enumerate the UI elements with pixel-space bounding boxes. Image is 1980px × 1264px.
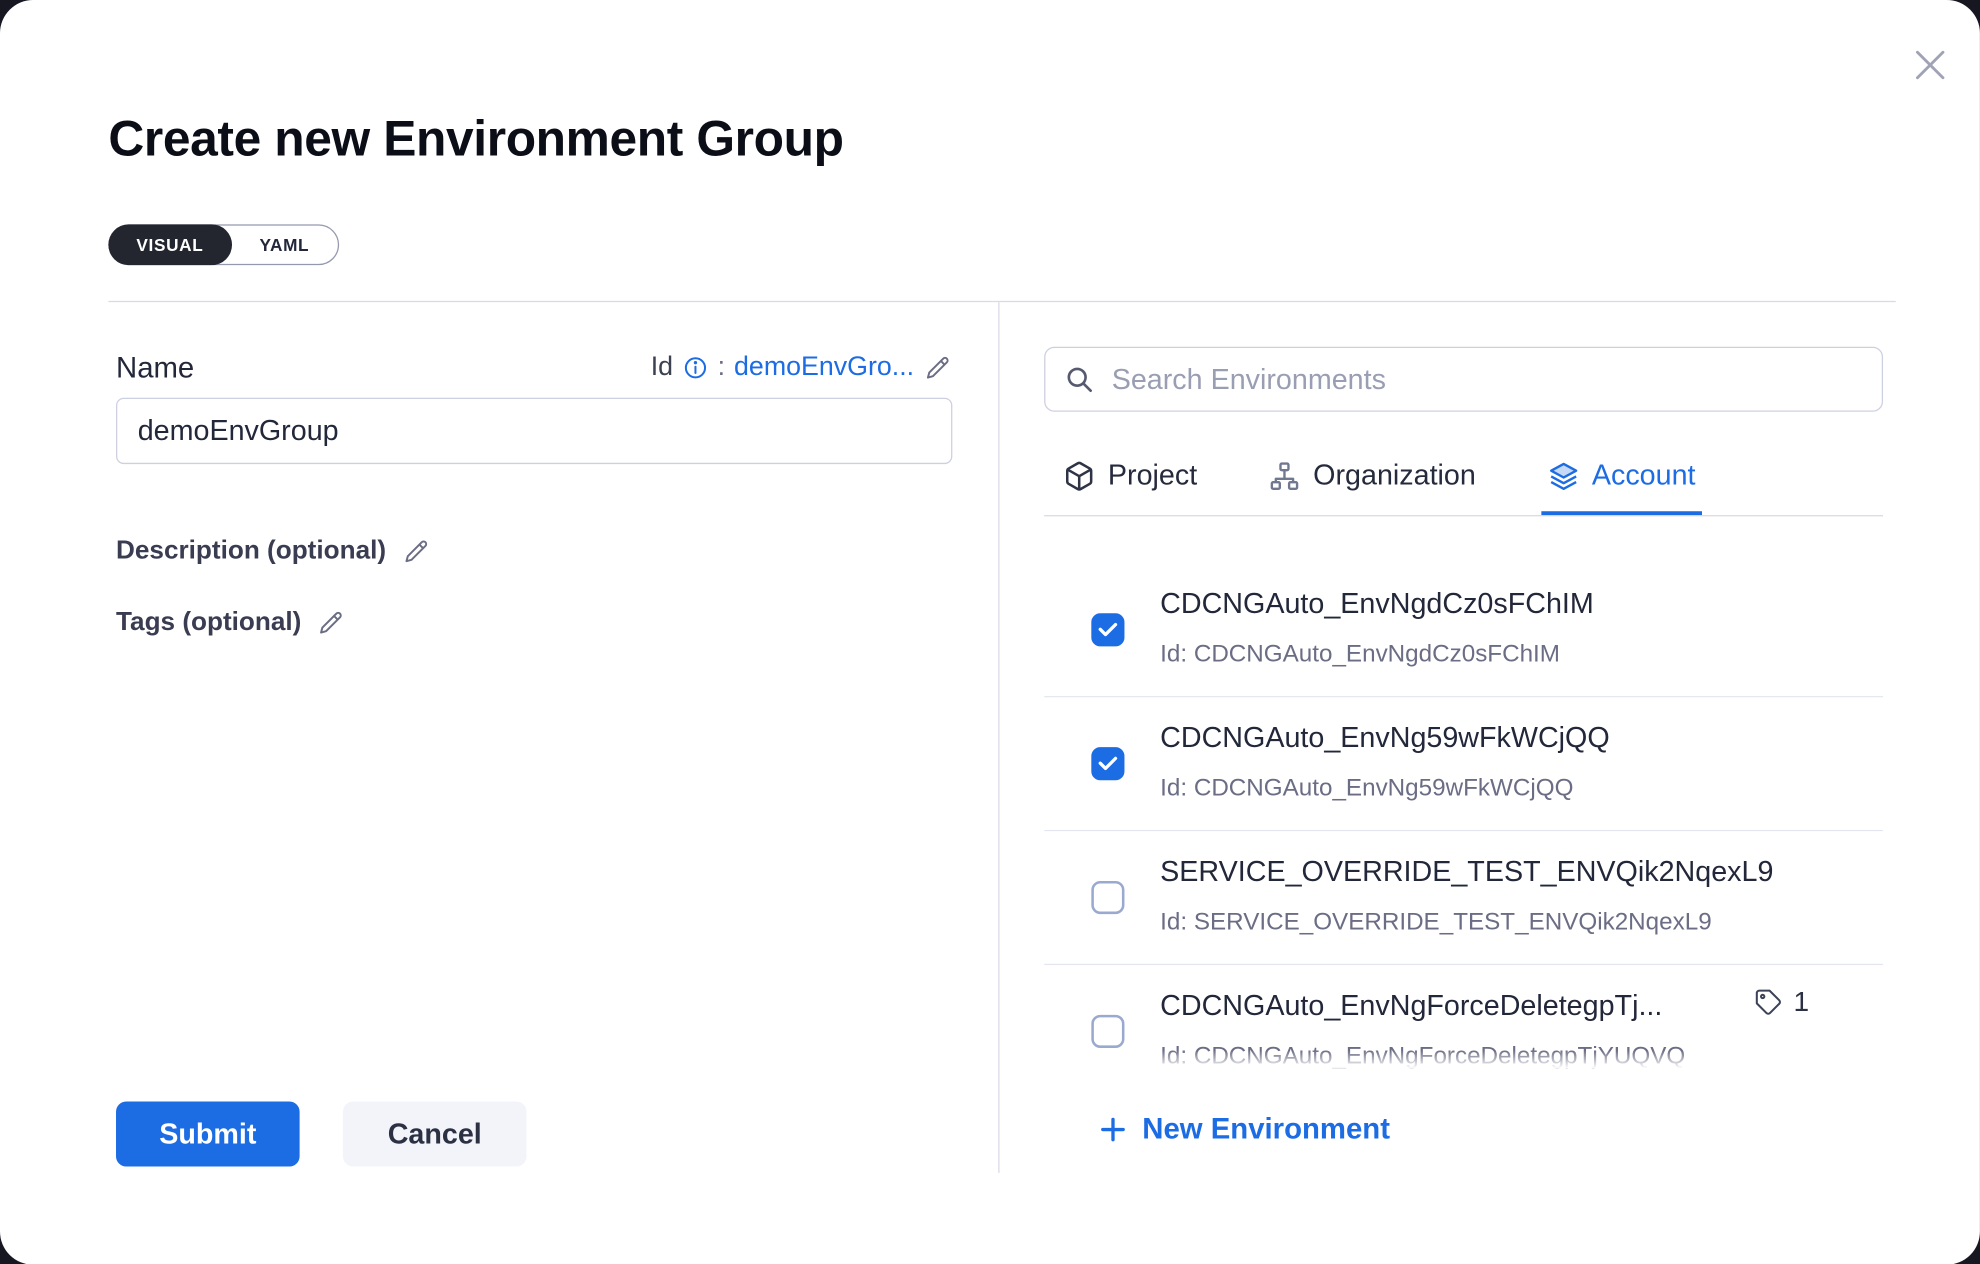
environment-id: Id: CDCNGAuto_EnvNgdCz0sFChIM [1160,641,1560,669]
environments-panel: Project Organization [1044,347,1883,1188]
description-row: Description (optional) [116,535,431,566]
search-box [1044,347,1883,412]
tab-project-label: Project [1108,459,1197,492]
environment-id: Id: SERVICE_OVERRIDE_TEST_ENVQik2NqexL9 [1160,909,1712,937]
name-label: Name [116,345,194,388]
id-separator: : [718,352,725,383]
tab-account-label: Account [1592,459,1696,492]
create-environment-group-modal: Create new Environment Group VISUAL YAML… [0,0,1980,1264]
name-input[interactable] [116,398,952,464]
checkbox[interactable] [1091,613,1124,646]
horizontal-divider [108,301,1895,302]
info-icon[interactable] [682,354,709,381]
id-value-link[interactable]: demoEnvGro... [734,352,914,383]
edit-tags-icon[interactable] [317,607,346,636]
page-title: Create new Environment Group [108,112,843,168]
environment-name: CDCNGAuto_EnvNgdCz0sFChIM [1160,588,1594,621]
checkbox[interactable] [1091,1015,1124,1048]
tab-organization[interactable]: Organization [1262,440,1482,515]
vertical-divider [998,302,999,1173]
edit-id-icon[interactable] [923,353,952,382]
environment-id: Id: CDCNGAuto_EnvNg59wFkWCjQQ [1160,775,1573,803]
tab-project[interactable]: Project [1057,440,1204,515]
tab-account[interactable]: Account [1541,440,1702,515]
environment-row[interactable]: CDCNGAuto_EnvNgForceDeletegpTj... Id: CD… [1044,965,1883,1068]
edit-description-icon[interactable] [401,536,430,565]
tag-icon [1753,987,1784,1018]
close-icon[interactable] [1910,42,1956,88]
hierarchy-icon [1269,460,1301,492]
plus-icon [1098,1114,1129,1145]
toggle-yaml[interactable]: YAML [231,224,337,265]
tag-count-badge: 1 [1753,985,1809,1018]
scope-tabs: Project Organization [1044,440,1883,516]
tags-label: Tags (optional) [116,607,301,638]
environment-name: SERVICE_OVERRIDE_TEST_ENVQik2NqexL9 [1160,855,1773,888]
description-label: Description (optional) [116,535,386,566]
checkbox[interactable] [1091,881,1124,914]
submit-button[interactable]: Submit [116,1102,300,1167]
toggle-visual[interactable]: VISUAL [108,224,231,265]
cube-icon [1063,460,1095,492]
search-icon [1063,363,1095,395]
id-label: Id [651,352,673,383]
search-input[interactable] [1109,361,1864,397]
environment-id: Id: CDCNGAuto_EnvNgForceDeletegpTjYUQVQ [1160,1043,1685,1068]
environment-row[interactable]: SERVICE_OVERRIDE_TEST_ENVQik2NqexL9 Id: … [1044,831,1883,965]
environment-name: CDCNGAuto_EnvNg59wFkWCjQQ [1160,722,1610,755]
checkbox[interactable] [1091,747,1124,780]
new-environment-button[interactable]: New Environment [1098,1112,1390,1146]
cancel-button[interactable]: Cancel [343,1102,527,1167]
modal-backdrop: Create new Environment Group VISUAL YAML… [0,0,1980,1264]
new-environment-label: New Environment [1142,1112,1390,1146]
environment-row[interactable]: CDCNGAuto_EnvNg59wFkWCjQQ Id: CDCNGAuto_… [1044,697,1883,831]
entity-id-row: Id : demoEnvGro... [651,345,953,388]
environment-row[interactable]: CDCNGAuto_EnvNgdCz0sFChIM Id: CDCNGAuto_… [1044,564,1883,698]
environment-list: CDCNGAuto_EnvNgdCz0sFChIM Id: CDCNGAuto_… [1044,516,1883,1068]
environment-name: CDCNGAuto_EnvNgForceDeletegpTj... [1160,989,1662,1022]
tag-count: 1 [1793,985,1809,1018]
tags-row: Tags (optional) [116,607,346,638]
layers-icon [1547,460,1579,492]
tab-organization-label: Organization [1313,459,1476,492]
visual-yaml-toggle: VISUAL YAML [108,224,338,265]
